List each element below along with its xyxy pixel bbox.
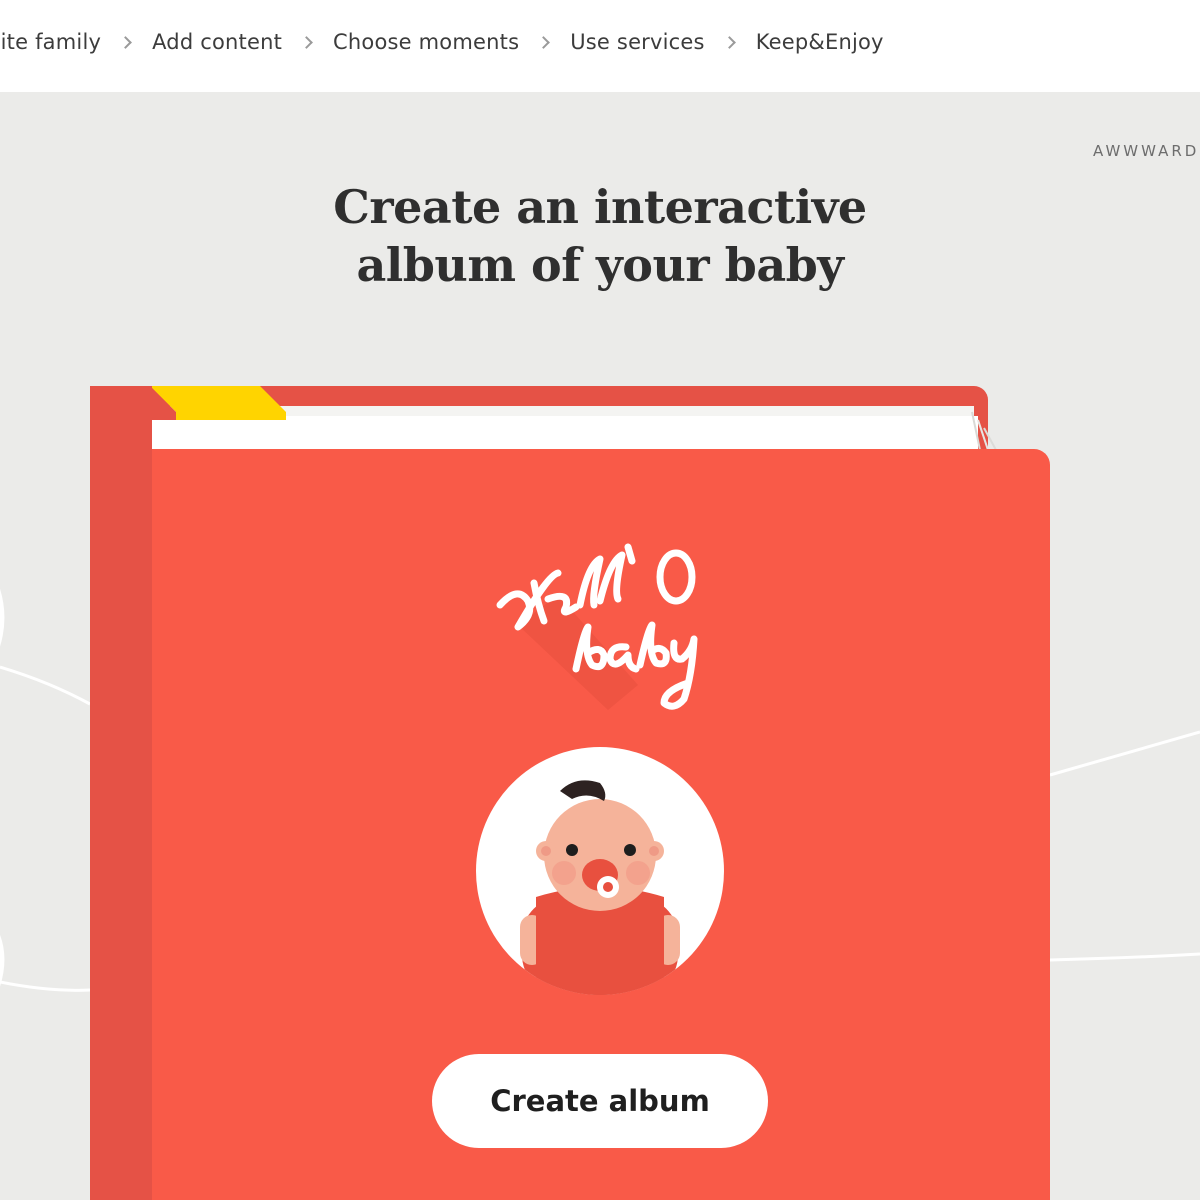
- chevron-right-icon: [300, 35, 313, 49]
- chevron-right-icon: [722, 35, 736, 49]
- page-title: Create an interactive album of your baby: [200, 178, 1000, 294]
- baby-avatar: [476, 747, 724, 995]
- step-use-services[interactable]: Use services: [570, 30, 704, 54]
- step-list: vite family Add content Choose moments U…: [0, 30, 884, 54]
- bookmark-ribbon: [150, 386, 286, 420]
- step-add-content[interactable]: Add content: [152, 30, 282, 54]
- step-keep-enjoy[interactable]: Keep&Enjoy: [756, 30, 884, 54]
- title-line-2: album of your baby: [356, 238, 844, 292]
- create-album-button[interactable]: Create album: [432, 1054, 768, 1148]
- step-invite-family[interactable]: vite family: [0, 30, 101, 54]
- chevron-right-icon: [119, 35, 132, 49]
- title-line-1: Create an interactive: [333, 180, 867, 234]
- hello-baby-logo: [496, 543, 698, 710]
- awwwards-badge[interactable]: AWWWARDS: [1093, 142, 1200, 160]
- top-navigation: vite family Add content Choose moments U…: [0, 0, 1200, 92]
- baby-illustration: [520, 780, 680, 995]
- step-choose-moments[interactable]: Choose moments: [333, 30, 519, 54]
- book-spine: [90, 386, 152, 1200]
- chevron-right-icon: [537, 35, 551, 49]
